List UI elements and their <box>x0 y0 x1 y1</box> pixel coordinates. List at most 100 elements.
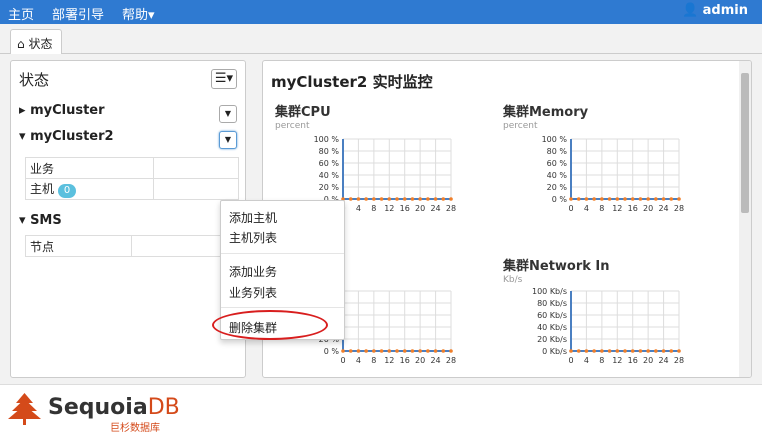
data-point <box>441 349 446 353</box>
x-tick-label: 0 <box>568 204 573 213</box>
table-row: 节点 <box>25 235 239 257</box>
data-point <box>379 349 384 353</box>
data-point <box>677 349 681 353</box>
x-tick-label: 20 <box>415 204 425 213</box>
chart-title-network-in: 集群Network In <box>503 259 610 274</box>
data-point <box>395 349 399 353</box>
y-tick-label: 60 % <box>319 159 340 168</box>
cluster-name: myCluster2 <box>30 129 114 144</box>
data-point <box>426 197 430 201</box>
tab-status[interactable]: ⌂ 状态 <box>10 29 62 55</box>
cluster-name: SMS <box>30 213 62 228</box>
x-tick-label: 8 <box>599 204 604 213</box>
menu-business-list[interactable]: 业务列表 <box>229 284 277 301</box>
tab-bar: ⌂ 状态 <box>0 24 762 55</box>
y-tick-label: 100 % <box>314 135 340 144</box>
host-count-badge: 0 <box>57 184 77 198</box>
data-point <box>410 349 415 353</box>
y-tick-label: 0 % <box>324 347 340 356</box>
data-point <box>607 349 612 353</box>
data-point <box>584 197 589 201</box>
x-tick-label: 16 <box>400 204 410 213</box>
x-tick-label: 8 <box>599 356 604 365</box>
main-content: 状态 ☰▾ ▸ myCluster ▼ ▾ myCluster2 ▼ 业务 主机… <box>0 54 762 384</box>
cluster-mycluster2-menu-button[interactable]: ▼ <box>219 131 237 149</box>
caret-down-icon: ▾ <box>19 213 26 228</box>
x-tick-label: 28 <box>446 356 456 365</box>
data-point <box>356 197 361 201</box>
y-tick-label: 80 Kb/s <box>537 299 567 308</box>
data-point <box>638 349 643 353</box>
data-point <box>433 197 438 201</box>
x-tick-label: 28 <box>446 204 456 213</box>
x-tick-label: 4 <box>584 356 589 365</box>
chart-unit-network-in: Kb/s <box>503 275 523 285</box>
nav-home[interactable]: 主页 <box>8 4 34 23</box>
x-tick-label: 12 <box>612 204 622 213</box>
data-point <box>623 197 627 201</box>
data-point <box>576 197 581 201</box>
x-tick-label: 20 <box>643 356 653 365</box>
x-tick-label: 8 <box>371 356 376 365</box>
menu-add-business[interactable]: 添加业务 <box>229 263 277 280</box>
chart-unit-memory: percent <box>503 121 538 131</box>
main-nav: 主页 部署引导 帮助▾ <box>8 4 155 23</box>
chart-title-cpu: 集群CPU <box>275 105 331 120</box>
cluster-sms[interactable]: ▾ SMS <box>19 213 62 228</box>
data-point <box>372 197 376 201</box>
y-tick-label: 40 % <box>319 171 340 180</box>
data-point <box>630 197 635 201</box>
x-tick-label: 4 <box>356 204 361 213</box>
data-point <box>387 197 392 201</box>
data-point <box>569 349 573 353</box>
data-point <box>395 197 399 201</box>
menu-add-host[interactable]: 添加主机 <box>229 209 277 226</box>
y-tick-label: 100 Kb/s <box>532 287 567 296</box>
data-point <box>654 197 658 201</box>
x-tick-label: 4 <box>584 204 589 213</box>
data-point <box>646 349 650 353</box>
data-point <box>433 349 438 353</box>
nav-help-dropdown[interactable]: 帮助▾ <box>122 4 155 23</box>
monitor-scrollbar[interactable] <box>739 61 751 377</box>
data-point <box>584 349 589 353</box>
y-tick-label: 20 Kb/s <box>537 335 567 344</box>
x-tick-label: 16 <box>400 356 410 365</box>
y-tick-label: 0 % <box>552 195 568 204</box>
data-point <box>364 197 368 201</box>
table-row: 业务 <box>25 157 239 179</box>
cluster-mycluster2[interactable]: ▾ myCluster2 <box>19 129 114 144</box>
data-point <box>402 349 407 353</box>
scrollbar-thumb[interactable] <box>741 73 749 213</box>
data-point <box>449 197 453 201</box>
data-point <box>387 349 392 353</box>
x-tick-label: 24 <box>430 204 440 213</box>
chart-title-memory: 集群Memory <box>503 105 589 120</box>
x-tick-label: 4 <box>356 356 361 365</box>
cluster-mycluster[interactable]: ▸ myCluster <box>19 103 105 118</box>
menu-host-list[interactable]: 主机列表 <box>229 229 277 246</box>
data-point <box>402 197 407 201</box>
cluster-mycluster2-table: 业务 主机 0 <box>25 157 239 200</box>
data-point <box>661 349 666 353</box>
cluster-name: myCluster <box>30 103 105 118</box>
row-label: 业务 <box>25 157 154 179</box>
status-menu-button[interactable]: ☰▾ <box>211 69 237 89</box>
data-point <box>615 349 620 353</box>
cluster-mycluster-menu-button[interactable]: ▼ <box>219 105 237 123</box>
data-point <box>441 197 446 201</box>
user-menu[interactable]: 👤 admin <box>682 3 748 18</box>
status-panel-title: 状态 <box>19 71 50 89</box>
data-point <box>418 349 422 353</box>
nav-deploy-guide[interactable]: 部署引导 <box>52 4 104 23</box>
status-panel: 状态 ☰▾ ▸ myCluster ▼ ▾ myCluster2 ▼ 业务 主机… <box>10 60 246 378</box>
logo-wordmark: SequoiaDB <box>48 395 180 420</box>
data-point <box>607 197 612 201</box>
data-point <box>623 349 627 353</box>
highlight-ellipse <box>212 310 328 340</box>
data-point <box>364 349 368 353</box>
x-tick-label: 0 <box>340 356 345 365</box>
sequoia-tree-icon <box>8 393 41 425</box>
y-tick-label: 60 Kb/s <box>537 311 567 320</box>
y-tick-label: 80 % <box>547 147 568 156</box>
